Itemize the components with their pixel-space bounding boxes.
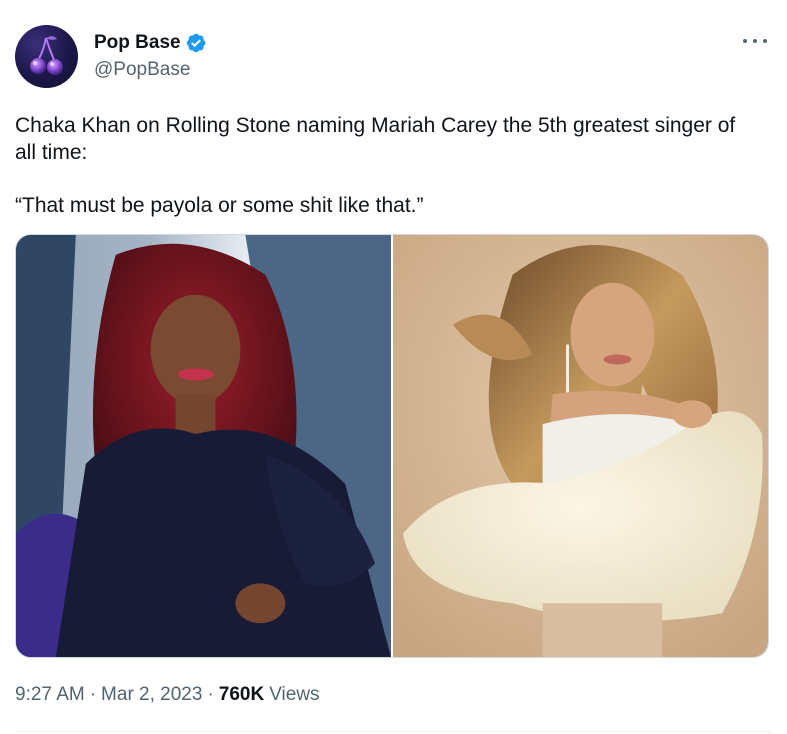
views-label: Views [269, 684, 320, 705]
tweet-text-line: Chaka Khan on Rolling Stone naming Maria… [15, 114, 736, 164]
tweet-time[interactable]: 9:27 AM [15, 684, 85, 706]
more-options-button[interactable] [743, 31, 767, 51]
meta-separator: · [89, 684, 97, 705]
tweet: Pop Base @PopBase Chaka Khan on Rolling … [0, 0, 787, 734]
chaka-khan-image-icon [16, 235, 391, 657]
tweet-text: Chaka Khan on Rolling Stone naming Maria… [15, 112, 745, 219]
bottom-divider [15, 731, 772, 732]
more-dot-icon [753, 39, 757, 43]
media-grid [15, 234, 769, 658]
meta-separator: · [207, 684, 214, 705]
mariah-carey-image-icon [393, 235, 768, 657]
chaka-khan-photo[interactable] [16, 235, 391, 657]
tweet-meta: 9:27 AM · Mar 2, 2023 · 760K Views [15, 684, 320, 706]
author-handle[interactable]: @PopBase [94, 59, 190, 81]
avatar[interactable] [15, 25, 78, 88]
author-name-row[interactable]: Pop Base [94, 32, 207, 54]
tweet-quote-line: “That must be payola or some shit like t… [15, 194, 424, 217]
views-count[interactable]: 760K [219, 684, 264, 706]
tweet-date[interactable]: Mar 2, 2023 [101, 684, 202, 706]
verified-badge-icon [186, 33, 205, 53]
cherry-icon [30, 36, 63, 75]
mariah-carey-photo[interactable] [393, 235, 768, 657]
more-dot-icon [743, 39, 747, 43]
more-dot-icon [763, 39, 767, 43]
display-name[interactable]: Pop Base [94, 32, 181, 54]
